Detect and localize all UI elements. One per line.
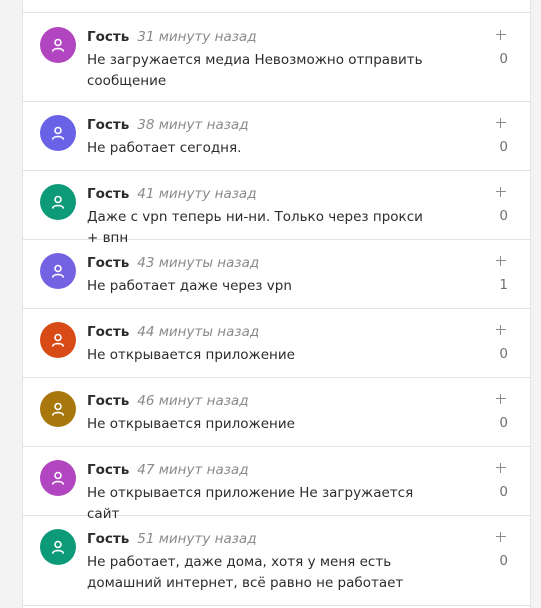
comment-author: Гость xyxy=(87,255,130,271)
comment-author: Гость xyxy=(87,324,130,340)
comment-time: 31 минуту назад xyxy=(137,29,257,45)
comment-time: 51 минуту назад xyxy=(137,531,257,547)
comment-item: Гость 46 минут назад Не открывается прило… xyxy=(23,377,530,447)
user-avatar-icon xyxy=(40,391,76,427)
upvote-plus-button[interactable] xyxy=(493,27,509,43)
user-avatar-icon xyxy=(40,529,76,565)
comment-item: Гость 38 минут назад Не работает сегодня.… xyxy=(23,101,530,171)
comment-item: Гость 41 минуту назад Даже с vpn теперь н… xyxy=(23,170,530,246)
comment-author: Гость xyxy=(87,117,130,133)
comment-time: 47 минут назад xyxy=(137,462,249,478)
comment-meta: Гость 51 минуту назад xyxy=(87,530,257,548)
user-avatar-icon xyxy=(40,27,76,63)
upvote-plus-button[interactable] xyxy=(493,391,509,407)
comment-meta: Гость 46 минут назад xyxy=(87,392,249,410)
user-avatar-icon xyxy=(40,115,76,151)
comment-item: Гость 31 минуту назад Не загружается меди… xyxy=(23,13,530,102)
upvote-plus-button[interactable] xyxy=(493,184,509,200)
comment-meta: Гость 38 минут назад xyxy=(87,116,249,134)
comment-text: Не открывается приложение xyxy=(87,347,295,363)
vote-count: 0 xyxy=(499,51,508,67)
vote-count: 1 xyxy=(499,277,508,293)
user-avatar-icon xyxy=(40,184,76,220)
comment-text: Не работает, даже дома, хотя у меня есть… xyxy=(87,554,404,591)
comment-author: Гость xyxy=(87,462,130,478)
comment-time: 46 минут назад xyxy=(137,393,249,409)
vote-count: 0 xyxy=(499,346,508,362)
user-avatar-icon xyxy=(40,253,76,289)
comment-time: 43 минуты назад xyxy=(137,255,260,271)
comment-text: Не работает сегодня. xyxy=(87,140,242,156)
upvote-plus-button[interactable] xyxy=(493,529,509,545)
comment-text: Не работает даже через vpn xyxy=(87,278,292,294)
comment-meta: Гость 43 минуты назад xyxy=(87,254,259,272)
comment-item: Гость 51 минуту назад Не работает, даже д… xyxy=(23,515,530,606)
comment-meta: Гость 47 минут назад xyxy=(87,461,249,479)
user-avatar-icon xyxy=(40,460,76,496)
upvote-plus-button[interactable] xyxy=(493,460,509,476)
comment-author: Гость xyxy=(87,531,130,547)
comment-item: Гость 47 минут назад Не открывается прило… xyxy=(23,446,530,522)
vote-count: 0 xyxy=(499,415,508,431)
comment-text: Не открывается приложение xyxy=(87,416,295,432)
upvote-plus-button[interactable] xyxy=(493,322,509,338)
comment-feed: Гость 31 минуту назад Не загружается меди… xyxy=(22,0,531,608)
upvote-plus-button[interactable] xyxy=(493,115,509,131)
comment-meta: Гость 44 минуты назад xyxy=(87,323,259,341)
vote-count: 0 xyxy=(499,139,508,155)
comment-author: Гость xyxy=(87,29,130,45)
comment-text: Не загружается медиа Невозможно отправит… xyxy=(87,52,423,89)
user-avatar-icon xyxy=(40,322,76,358)
comment-author: Гость xyxy=(87,186,130,202)
vote-count: 0 xyxy=(499,484,508,500)
comment-time: 44 минуты назад xyxy=(137,324,260,340)
comment-author: Гость xyxy=(87,393,130,409)
vote-count: 0 xyxy=(499,208,508,224)
comment-time: 38 минут назад xyxy=(137,117,249,133)
comment-meta: Гость 31 минуту назад xyxy=(87,28,257,46)
comment-item: Гость 44 минуты назад Не открывается прил… xyxy=(23,308,530,378)
comment-time: 41 минуту назад xyxy=(137,186,257,202)
comment-item: Гость 43 минуты назад Не работает даже че… xyxy=(23,239,530,309)
comment-meta: Гость 41 минуту назад xyxy=(87,185,257,203)
upvote-plus-button[interactable] xyxy=(493,253,509,269)
vote-count: 0 xyxy=(499,553,508,569)
